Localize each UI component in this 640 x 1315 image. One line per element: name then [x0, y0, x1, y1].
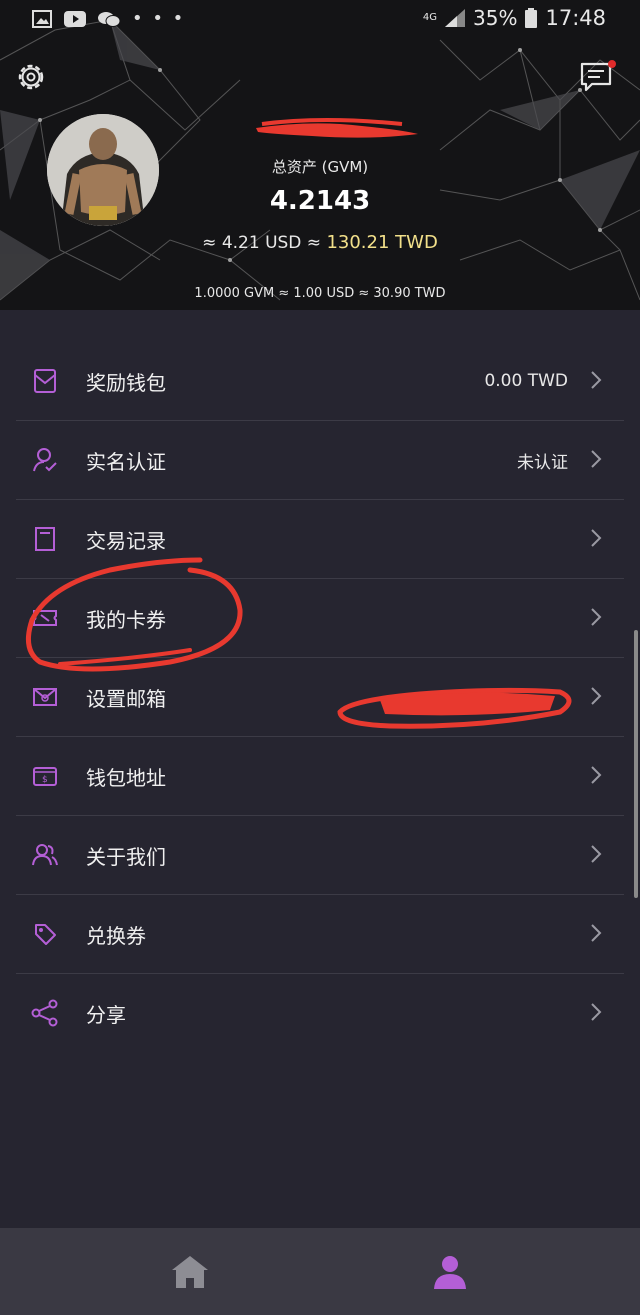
wallet-icon: $ — [33, 767, 57, 786]
menu-label: 奖励钱包 — [86, 370, 166, 395]
menu-label: 交易记录 — [86, 528, 166, 553]
menu-value: 未认证 — [517, 452, 568, 473]
redacted-username — [256, 118, 418, 138]
chevron-right-icon — [591, 608, 602, 626]
email-at-icon — [33, 688, 57, 706]
network-type: 4G — [422, 12, 438, 23]
menu-item-my-coupons[interactable]: 我的卡券 — [16, 579, 624, 658]
scrollbar[interactable] — [634, 630, 638, 898]
youtube-icon — [64, 10, 86, 27]
menu-item-share[interactable]: 分享 — [16, 974, 624, 1052]
notification-dot — [608, 60, 616, 68]
menu-label: 钱包地址 — [86, 765, 166, 790]
battery-icon — [525, 8, 538, 28]
bottom-nav — [0, 1228, 640, 1315]
gallery-icon — [32, 9, 52, 28]
menu-label: 关于我们 — [86, 844, 166, 869]
ticket-icon — [33, 610, 57, 626]
chevron-right-icon — [591, 687, 602, 705]
menu-item-reward-wallet[interactable]: 奖励钱包 0.00 TWD — [16, 342, 624, 421]
person-check-icon — [33, 448, 57, 472]
people-icon — [32, 844, 58, 866]
menu-item-wallet-address[interactable]: $ 钱包地址 — [16, 737, 624, 816]
profile-header: • • • 4G 35% 17:48 总资产 (GVM) 4.2143 ≈ 4.… — [0, 0, 640, 310]
gear-icon[interactable] — [12, 58, 50, 96]
menu-label: 兑换券 — [86, 923, 146, 948]
chevron-right-icon — [591, 766, 602, 784]
menu-item-redeem-voucher[interactable]: 兑换券 — [16, 895, 624, 974]
menu-item-about-us[interactable]: 关于我们 — [16, 816, 624, 895]
menu-item-real-name[interactable]: 实名认证 未认证 — [16, 421, 624, 500]
status-bar: • • • 4G 35% 17:48 — [0, 0, 640, 40]
menu-list: 奖励钱包 0.00 TWD 实名认证 未认证 交易记录 我的卡券 设置邮箱 $ … — [16, 342, 624, 1052]
exchange-rate: 1.0000 GVM ≈ 1.00 USD ≈ 30.90 TWD — [194, 286, 446, 301]
home-icon — [172, 1255, 208, 1288]
menu-label: 实名认证 — [86, 449, 166, 474]
share-icon — [31, 999, 58, 1027]
chevron-right-icon — [591, 924, 602, 942]
chevron-right-icon — [591, 529, 602, 547]
chevron-right-icon — [591, 1003, 602, 1021]
profile-icon — [434, 1255, 466, 1289]
menu-label: 分享 — [86, 1002, 126, 1027]
asset-conversion: ≈ 4.21 USD ≈ 130.21 TWD — [0, 232, 640, 253]
chevron-right-icon — [591, 371, 602, 389]
clock: 17:48 — [545, 6, 606, 30]
tag-icon — [35, 924, 56, 945]
tab-profile[interactable] — [290, 1228, 610, 1315]
menu-item-transactions[interactable]: 交易记录 — [16, 500, 624, 579]
notebook-icon — [35, 527, 55, 551]
menu-label: 我的卡券 — [86, 607, 166, 632]
signal-icon — [445, 9, 466, 27]
mail-icon — [34, 369, 56, 393]
total-assets-value: 4.2143 — [269, 186, 371, 216]
menu-label: 设置邮箱 — [86, 686, 166, 711]
chat-icon[interactable] — [578, 58, 618, 96]
twd-conversion: 130.21 TWD — [326, 232, 438, 253]
more-notifications-icon: • • • — [132, 8, 186, 29]
menu-item-set-email[interactable]: 设置邮箱 — [16, 658, 624, 737]
wechat-icon — [98, 11, 120, 27]
svg-text:$: $ — [42, 775, 48, 785]
total-assets-label: 总资产 (GVM) — [271, 158, 369, 176]
usd-conversion: ≈ 4.21 USD ≈ — [202, 233, 327, 253]
chevron-right-icon — [591, 450, 602, 468]
menu-value: 0.00 TWD — [484, 371, 568, 391]
chevron-right-icon — [591, 845, 602, 863]
battery-percent: 35% — [473, 6, 518, 30]
